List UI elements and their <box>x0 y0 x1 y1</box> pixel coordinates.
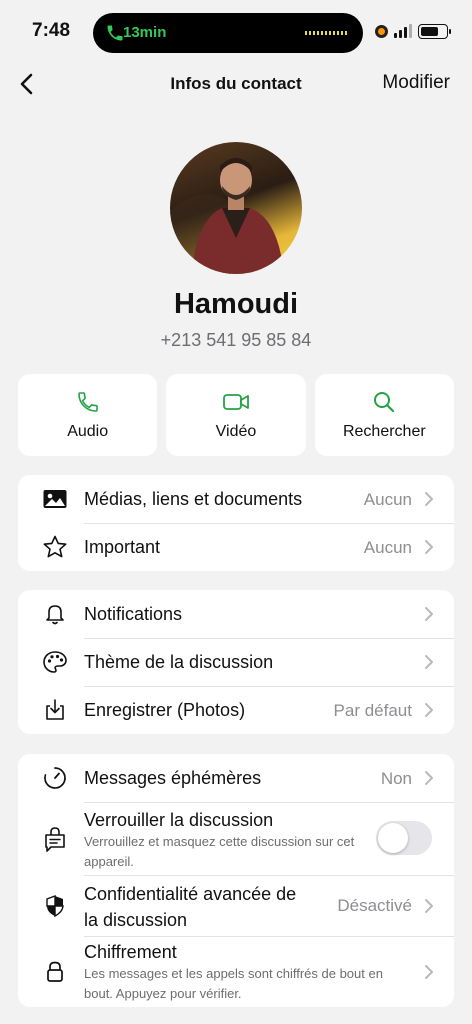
save-to-photos-row[interactable]: Enregistrer (Photos) Par défaut <box>18 686 454 734</box>
advanced-privacy-row[interactable]: Confidentialité avancée de la discussion… <box>18 875 454 936</box>
edit-button[interactable]: Modifier <box>382 72 450 94</box>
row-label: Enregistrer (Photos) <box>84 700 246 720</box>
contact-name: Hamoudi <box>173 288 299 320</box>
download-to-photos-icon <box>46 699 64 720</box>
chevron-right-icon <box>425 607 433 621</box>
phone-icon <box>77 392 98 412</box>
row-value: Aucun <box>363 490 412 509</box>
audio-call-button[interactable]: Audio <box>18 374 158 456</box>
row-value: Non <box>380 769 412 788</box>
status-indicators <box>375 22 451 40</box>
row-value: Désactivé <box>337 896 412 915</box>
lock-icon <box>47 961 63 982</box>
media-links-docs-row[interactable]: Médias, liens et documents Aucun <box>18 475 454 523</box>
timer-icon <box>44 767 66 789</box>
privacy-group: Messages éphémères Non Verrouiller la di… <box>18 754 454 1007</box>
avatar-photo <box>170 158 284 274</box>
chevron-right-icon <box>425 703 433 717</box>
status-time: 7:48 <box>32 20 71 41</box>
row-label: Verrouiller la discussion <box>84 810 274 830</box>
row-subtitle: Verrouillez et masquez cette discussion … <box>84 834 355 869</box>
lock-chat-row[interactable]: Verrouiller la discussion Verrouillez et… <box>18 802 454 875</box>
avatar[interactable] <box>170 142 302 274</box>
chevron-right-icon <box>425 540 433 554</box>
row-label: Confidentialité avancée de la discussion <box>84 881 296 933</box>
row-value: Par défaut <box>333 701 412 720</box>
settings-group: Notifications Thème de la discussion Enr… <box>18 590 454 734</box>
battery-icon <box>418 23 451 39</box>
palette-icon <box>43 651 67 673</box>
chevron-right-icon <box>425 492 433 506</box>
audio-label: Audio <box>67 423 109 440</box>
search-label: Rechercher <box>342 423 426 440</box>
phone-icon <box>107 25 123 41</box>
chevron-right-icon <box>425 771 433 785</box>
nav-bar: Infos du contact Modifier <box>0 62 472 106</box>
dynamic-island-call[interactable]: 13min <box>93 13 363 53</box>
row-label: Notifications <box>84 604 183 624</box>
video-call-button[interactable]: Vidéo <box>166 374 306 456</box>
video-icon <box>223 394 249 410</box>
status-bar: 7:48 13min <box>0 0 472 62</box>
lock-chat-toggle[interactable] <box>376 821 432 855</box>
media-group: Médias, liens et documents Aucun Importa… <box>18 475 454 571</box>
cellular-signal-icon <box>394 24 412 38</box>
encryption-row[interactable]: Chiffrement Les messages et les appels s… <box>18 936 454 1007</box>
important-row[interactable]: Important Aucun <box>18 523 454 571</box>
star-icon <box>43 535 67 558</box>
recording-dot-icon <box>375 24 388 38</box>
notifications-row[interactable]: Notifications <box>18 590 454 638</box>
row-label: Médias, liens et documents <box>84 489 303 509</box>
row-label: Important <box>84 537 161 557</box>
chevron-right-icon <box>425 964 433 979</box>
search-button[interactable]: Rechercher <box>314 374 454 456</box>
shield-icon <box>46 894 64 917</box>
video-label: Vidéo <box>215 423 257 440</box>
row-label: Messages éphémères <box>84 768 262 788</box>
quick-actions: Audio Vidéo Rechercher <box>18 374 454 456</box>
call-duration: 13min <box>123 24 167 41</box>
bell-icon <box>46 605 64 625</box>
photo-icon <box>43 490 67 508</box>
chevron-right-icon <box>425 655 433 669</box>
row-subtitle: Les messages et les appels sont chiffrés… <box>84 966 383 1001</box>
chat-lock-icon <box>45 826 65 852</box>
toggle-knob <box>378 823 408 853</box>
row-label: Thème de la discussion <box>84 652 274 672</box>
disappearing-messages-row[interactable]: Messages éphémères Non <box>18 754 454 802</box>
audio-waveform <box>305 31 347 35</box>
row-label-line2: la discussion <box>84 910 188 930</box>
row-label: Chiffrement <box>84 942 177 962</box>
row-label-line1: Confidentialité avancée de <box>84 884 297 904</box>
search-icon <box>374 392 395 413</box>
chat-theme-row[interactable]: Thème de la discussion <box>18 638 454 686</box>
row-value: Aucun <box>363 538 412 557</box>
contact-phone: +213 541 95 85 84 <box>160 330 312 350</box>
chevron-right-icon <box>425 898 433 913</box>
